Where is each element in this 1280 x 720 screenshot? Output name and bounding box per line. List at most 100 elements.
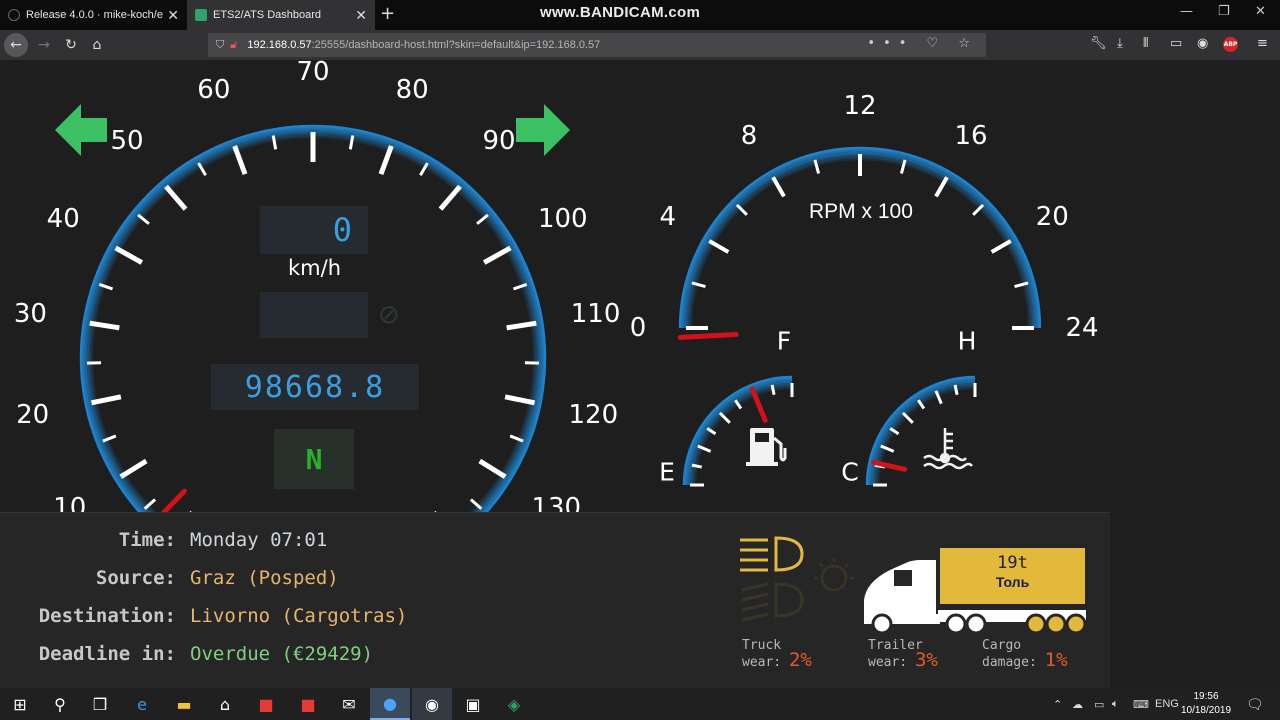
wrench-icon[interactable]: 🔧︎ xyxy=(1090,36,1107,51)
tab-dashboard[interactable]: ETS2/ATS Dashboard ✕ xyxy=(187,0,375,30)
new-tab-button[interactable]: + xyxy=(380,3,395,24)
page-actions-icon[interactable]: ••• ♡ ☆ xyxy=(867,36,978,51)
steam-icon[interactable]: ◉ xyxy=(412,688,452,720)
library-icon[interactable]: ⫴ xyxy=(1143,36,1148,51)
speedometer-tick-label: 30 xyxy=(13,298,47,329)
speedometer-tick-label: 40 xyxy=(46,203,80,234)
keyboard-icon[interactable]: ⌨ xyxy=(1133,688,1149,720)
trailer-name: Толь xyxy=(995,574,1030,590)
back-button[interactable]: ← xyxy=(4,33,28,57)
cruise-control-icon: ⊘ xyxy=(378,300,400,330)
edge-icon[interactable]: e xyxy=(122,688,162,720)
speedometer-tick-label: 120 xyxy=(568,399,619,430)
left-arrow-icon xyxy=(55,104,107,156)
dashboard-app-icon[interactable]: ◈ xyxy=(494,688,534,720)
gauges-canvas xyxy=(55,104,1042,520)
downloads-icon[interactable]: ⤓ xyxy=(1117,36,1123,51)
rpm-label: RPM x 100 xyxy=(809,200,913,223)
cargo-damage-value: 1% xyxy=(1044,649,1068,671)
home-button[interactable]: ⌂ xyxy=(87,35,107,55)
sidebar-icon[interactable]: ▭ xyxy=(1170,36,1182,51)
speedometer-tick-label: 80 xyxy=(395,74,429,105)
temp-hot-label: H xyxy=(957,326,977,356)
speedometer-major-tick xyxy=(478,458,507,479)
file-explorer-icon[interactable]: ▬ xyxy=(164,688,204,720)
reload-button[interactable]: ↻ xyxy=(61,35,81,55)
browser-tab-strip: Release 4.0.0 · mike-koch/ets2- ✕ ETS2/A… xyxy=(0,0,1280,30)
clock-date: 10/18/2019 xyxy=(1180,705,1232,716)
search-icon[interactable]: ⚲ xyxy=(40,688,80,720)
truck-wear: Truck wear: 2% xyxy=(742,639,812,670)
tachometer-arc xyxy=(687,155,1033,329)
forward-button[interactable]: → xyxy=(34,35,54,55)
close-tab-icon[interactable]: ✕ xyxy=(355,7,367,24)
fuel-gauge-minor-tick xyxy=(691,463,703,469)
insecure-lock-icon[interactable]: 🔓︎ xyxy=(230,38,237,52)
clock[interactable]: 19:56 10/18/2019 xyxy=(1176,690,1236,718)
close-window-icon[interactable]: ✕ xyxy=(1255,4,1266,19)
destination-value: Livorno (Cargotras) xyxy=(190,605,408,627)
odometer: 98668.8 xyxy=(211,364,419,410)
account-icon[interactable]: ◉ xyxy=(1197,36,1208,51)
dashboard-favicon xyxy=(195,9,207,21)
notifications-icon[interactable]: 🗨︎ xyxy=(1246,688,1264,720)
close-tab-icon[interactable]: ✕ xyxy=(167,7,179,24)
temp-cold-label: C xyxy=(841,457,859,487)
time-value: Monday 07:01 xyxy=(190,529,328,551)
trailer-wheels-icon xyxy=(1025,613,1087,635)
trailer-wear-label-2: wear: xyxy=(868,655,908,670)
tray-expand-icon[interactable]: ⌃ xyxy=(1053,688,1062,720)
tachometer-tick-label: 0 xyxy=(629,313,647,343)
address-bar[interactable]: ⛉ 🔓︎ 192.168.0.57:25555/dashboard-host.h… xyxy=(208,33,986,57)
menu-icon[interactable]: ≡ xyxy=(1257,36,1268,51)
right-arrow-icon xyxy=(516,104,570,156)
fuel-gauge-minor-tick xyxy=(770,384,776,396)
dashboard: 0102030405060708090100110120130140 04812… xyxy=(0,57,1280,688)
adblock-icon[interactable]: ABP xyxy=(1223,37,1238,52)
tachometer-tick-label: 16 xyxy=(954,120,988,151)
task-view-icon[interactable]: ❒ xyxy=(80,688,120,720)
volume-icon[interactable]: 🔈︎ xyxy=(1112,688,1119,720)
deadline-label: Deadline in: xyxy=(38,643,176,665)
speedometer-tick-label: 20 xyxy=(16,399,50,430)
temperature-gauge-minor-tick xyxy=(953,384,959,396)
coolant-temperature-icon xyxy=(923,428,973,470)
rpm-needle xyxy=(677,331,739,340)
tachometer-tick-label: 8 xyxy=(740,120,758,151)
high-beam-icon xyxy=(741,582,804,622)
minimize-icon[interactable]: — xyxy=(1180,4,1193,19)
recording-watermark: www.BANDICAM.com xyxy=(540,4,701,21)
low-beam-icon xyxy=(740,536,804,572)
trailer-wear: Trailer wear: 3% xyxy=(868,639,938,670)
maximize-icon[interactable]: ❐ xyxy=(1218,4,1230,19)
time-label: Time: xyxy=(118,529,176,551)
speedometer-major-tick xyxy=(119,458,148,479)
browser-toolbar: ← → ↻ ⌂ ⛉ 🔓︎ 192.168.0.57:25555/dashboar… xyxy=(0,30,1280,60)
speedometer-tick-label: 50 xyxy=(110,125,144,156)
fuel-pump-icon xyxy=(746,428,787,466)
speedometer-tick-label: 60 xyxy=(197,74,231,105)
store-icon[interactable]: ⌂ xyxy=(205,688,245,720)
tachometer-tick-label: 4 xyxy=(659,202,677,232)
tab-label: ETS2/ATS Dashboard xyxy=(213,9,322,21)
app-red-icon[interactable]: ■ xyxy=(246,688,286,720)
trailer-wear-value: 3% xyxy=(914,649,938,671)
tab-release[interactable]: Release 4.0.0 · mike-koch/ets2- ✕ xyxy=(0,0,187,30)
trailer-weight: 19t xyxy=(997,553,1028,573)
tachometer-tick-label: 24 xyxy=(1065,313,1099,343)
source-value: Graz (Posped) xyxy=(190,567,339,589)
mail-icon[interactable]: ✉ xyxy=(329,688,369,720)
trailer-badge: 19t Толь xyxy=(940,548,1085,604)
start-icon[interactable]: ⊞ xyxy=(0,688,40,720)
onedrive-icon[interactable]: ☁ xyxy=(1072,688,1083,720)
fuel-gauge-arc xyxy=(693,386,793,486)
cargo-damage-label-2: damage: xyxy=(982,655,1037,670)
speedometer-major-tick xyxy=(164,184,188,211)
firefox-icon[interactable]: ● xyxy=(370,688,410,720)
app-red2-icon[interactable]: ■ xyxy=(288,688,328,720)
shield-icon[interactable]: ⛉ xyxy=(216,38,224,52)
network-icon[interactable]: ▭ xyxy=(1094,688,1104,720)
speedometer-tick-label: 100 xyxy=(537,203,588,234)
ets2-icon[interactable]: ▣ xyxy=(453,688,493,720)
tachometer-tick-label: 20 xyxy=(1035,202,1069,232)
